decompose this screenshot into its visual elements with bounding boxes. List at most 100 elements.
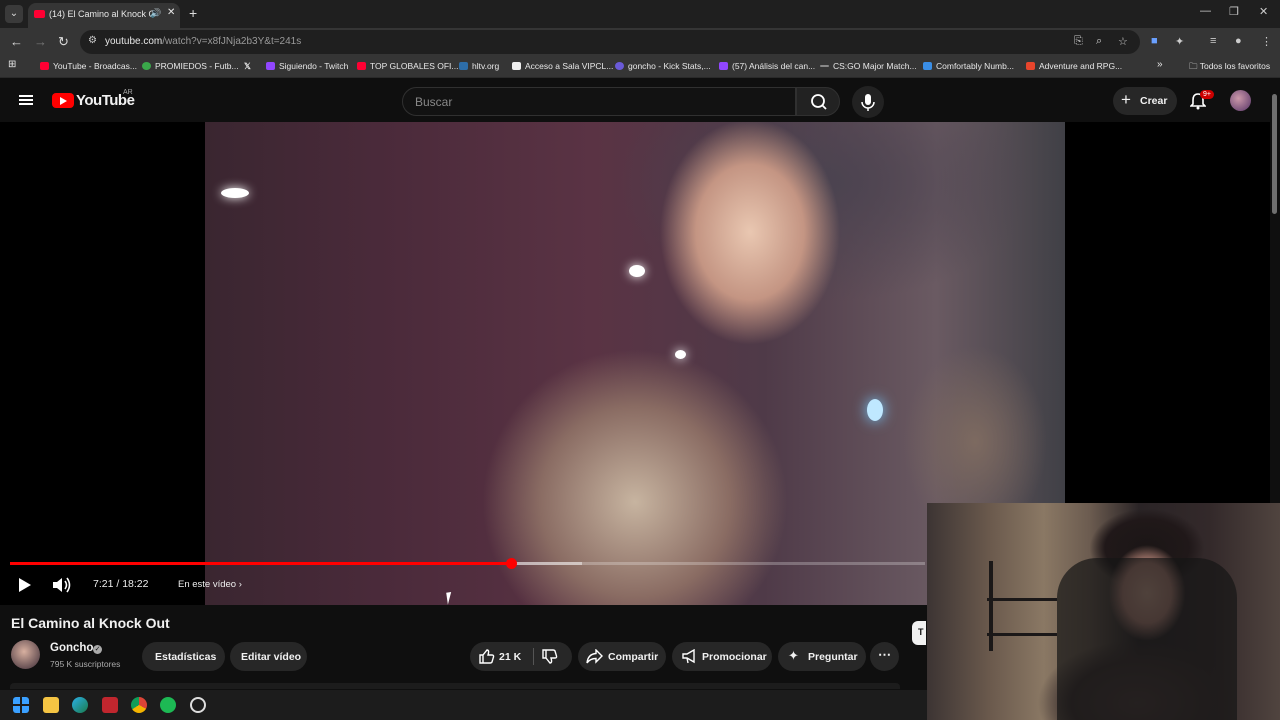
chapters-label: En este vídeo <box>178 579 237 590</box>
bookmark-item[interactable]: YouTube - Broadcas... <box>40 61 137 71</box>
site-info-icon[interactable]: ⚙ <box>88 35 97 46</box>
windows-start-icon[interactable] <box>13 697 29 713</box>
file-explorer-icon[interactable] <box>43 697 59 713</box>
address-bar[interactable]: ⚙ youtube.com/watch?v=x8fJNja2b3Y&t=241s… <box>80 30 1140 54</box>
bookmark-favicon-icon <box>1026 62 1035 70</box>
shelf-board <box>987 598 1057 601</box>
gaming-chair <box>1057 558 1237 720</box>
like-divider <box>533 648 534 665</box>
like-count[interactable]: 21 K <box>499 651 521 663</box>
country-code: AR <box>123 89 133 96</box>
search-button[interactable] <box>796 87 840 116</box>
edit-video-label: Editar vídeo <box>241 651 302 663</box>
verified-check-icon: ✓ <box>93 645 102 654</box>
ceiling-light <box>867 399 883 421</box>
obs-icon[interactable] <box>190 697 206 713</box>
apps-grid-icon[interactable]: ⊞ <box>8 59 16 70</box>
share-icon <box>586 649 603 664</box>
description-box-top <box>10 683 900 689</box>
notifications-badge: 9+ <box>1200 90 1214 99</box>
profile-icon[interactable]: ● <box>1235 35 1242 47</box>
url-host: youtube.com <box>105 36 163 47</box>
browser-tab-bar: ⌄ (14) El Camino al Knock Out 🔊 ✕ + — ❐ … <box>0 0 1280 28</box>
bookmark-label: CS:GO Major Match... <box>833 61 917 71</box>
bookmark-favicon-icon <box>459 62 468 70</box>
zoom-icon[interactable]: ⌕ <box>1096 35 1102 48</box>
youtube-logo-icon[interactable] <box>52 93 74 108</box>
bookmark-item[interactable]: Comfortably Numb... <box>923 61 1014 71</box>
extension-icon[interactable]: ■ <box>1151 35 1158 47</box>
search-input[interactable]: Buscar <box>402 87 796 116</box>
create-label: Crear <box>1140 95 1168 107</box>
bookmark-item[interactable]: Acceso a Sala VIPCL... <box>512 61 613 71</box>
reload-icon[interactable]: ↻ <box>58 34 69 50</box>
search-icon <box>811 94 827 110</box>
account-avatar[interactable] <box>1230 90 1251 111</box>
all-bookmarks-folder[interactable]: 🗀 Todos los favoritos <box>1189 61 1270 75</box>
os-taskbar <box>0 690 927 720</box>
mouse-cursor-icon <box>446 591 458 605</box>
progress-bar[interactable] <box>10 558 925 569</box>
browser-menu-icon[interactable]: ⋮ <box>1261 35 1272 48</box>
bookmark-label: Siguiendo - Twitch <box>279 61 349 71</box>
bookmark-label: Acceso a Sala VIPCL... <box>525 61 614 71</box>
bookmark-item[interactable]: Adventure and RPG... <box>1026 61 1122 71</box>
channel-avatar[interactable] <box>11 640 40 669</box>
volume-icon[interactable] <box>51 576 73 594</box>
window-minimize-button[interactable]: — <box>1200 5 1211 17</box>
tab-search-menu-button[interactable]: ⌄ <box>5 5 23 23</box>
promote-button[interactable]: Promocionar <box>672 642 772 671</box>
chrome-icon[interactable] <box>131 697 147 713</box>
tab-close-icon[interactable]: ✕ <box>167 7 175 18</box>
edit-video-button[interactable]: Editar vídeo <box>230 642 307 671</box>
chapters-button[interactable]: En este vídeo › <box>178 579 242 590</box>
create-button[interactable]: + Crear <box>1113 87 1177 115</box>
bookmark-favicon-icon <box>923 62 932 70</box>
scrollbar-thumb[interactable] <box>1272 94 1277 214</box>
tab-audio-icon[interactable]: 🔊 <box>150 8 161 19</box>
more-actions-button[interactable]: ⋯ <box>870 642 899 671</box>
bookmark-x-icon[interactable]: 𝕏 <box>244 61 251 72</box>
bookmark-item[interactable]: hltv.org <box>459 61 499 71</box>
browser-tab[interactable]: (14) El Camino al Knock Out 🔊 ✕ <box>28 3 180 28</box>
folder-icon: 🗀 <box>1189 61 1200 71</box>
media-control-icon[interactable]: ≡ <box>1210 35 1216 47</box>
share-label: Compartir <box>608 651 659 663</box>
bookmark-item[interactable]: goncho - Kick Stats,... <box>615 61 711 71</box>
stats-button[interactable]: Estadísticas <box>142 642 225 671</box>
window-close-button[interactable]: ✕ <box>1259 5 1268 18</box>
ceiling-light <box>629 265 645 277</box>
thumbs-up-icon[interactable] <box>478 648 495 665</box>
window-restore-button[interactable]: ❐ <box>1229 5 1239 18</box>
bookmark-item[interactable]: Siguiendo - Twitch <box>266 61 348 71</box>
ceiling-light <box>221 188 249 198</box>
bookmark-item[interactable]: CS:GO Major Match... <box>820 61 917 71</box>
bookmark-label: (57) Análisis del can... <box>732 61 816 71</box>
new-tab-button[interactable]: + <box>189 5 197 21</box>
extensions-puzzle-icon[interactable]: ✦ <box>1175 35 1184 48</box>
shelf-post <box>989 561 993 651</box>
bookmark-star-icon[interactable]: ☆ <box>1118 35 1128 48</box>
voice-search-button[interactable] <box>852 86 884 118</box>
plus-icon: + <box>1121 90 1131 109</box>
sidebar-chip[interactable]: T <box>912 621 926 645</box>
forward-icon[interactable]: → <box>34 34 47 49</box>
spotify-icon[interactable] <box>160 697 176 713</box>
thumbs-down-icon[interactable] <box>541 648 558 665</box>
bookmark-favicon-icon <box>40 62 49 70</box>
channel-name[interactable]: Goncho <box>50 642 93 654</box>
more-bookmarks-icon[interactable]: » <box>1157 59 1163 70</box>
ask-button[interactable]: ✦ Preguntar <box>778 642 866 671</box>
pinned-app-icon[interactable] <box>102 697 118 713</box>
guide-menu-icon[interactable] <box>19 95 33 105</box>
play-icon[interactable] <box>15 576 33 594</box>
bookmark-item[interactable]: PROMIEDOS - Futb... <box>142 61 239 71</box>
install-app-icon[interactable]: ⎘ <box>1074 35 1083 48</box>
microphone-icon <box>861 94 875 111</box>
edge-browser-icon[interactable] <box>72 697 88 713</box>
more-dots-icon: ⋯ <box>878 647 891 662</box>
bookmark-item[interactable]: (57) Análisis del can... <box>719 61 815 71</box>
share-button[interactable]: Compartir <box>578 642 666 671</box>
bookmark-item[interactable]: TOP GLOBALES OFI... <box>357 61 459 71</box>
back-icon[interactable]: ← <box>10 34 23 49</box>
